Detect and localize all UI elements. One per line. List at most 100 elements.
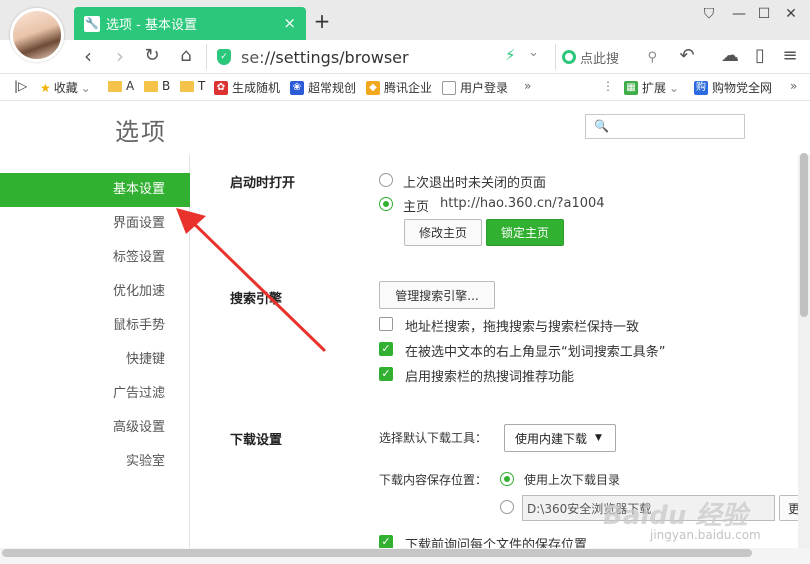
bookmark-item[interactable]: ✿ 生成随机 bbox=[214, 79, 280, 96]
bookmark-item[interactable]: 用户登录 bbox=[442, 79, 508, 96]
sidebar-toggle-icon[interactable]: |▷ bbox=[14, 79, 27, 93]
bookmark-label: 用户登录 bbox=[460, 81, 509, 95]
bookmark-folder[interactable]: T bbox=[180, 79, 205, 93]
sidebar-item-advanced[interactable]: 高级设置 bbox=[0, 411, 190, 445]
paw-icon: ❀ bbox=[290, 80, 304, 95]
bookmark-item[interactable]: ★ 收藏 ⌄ bbox=[40, 79, 91, 96]
hot-words-checkbox[interactable]: ✓ bbox=[379, 367, 393, 381]
sidebar-item-tabs[interactable]: 标签设置 bbox=[0, 241, 190, 275]
address-bar[interactable]: ✓ se://settings/browser bbox=[206, 44, 552, 70]
lock-homepage-button[interactable]: 锁定主页 bbox=[486, 219, 564, 246]
extension-icon: ▦ bbox=[624, 80, 638, 95]
chevron-down-icon: ⌄ bbox=[669, 80, 680, 95]
sidebar-item-optimize[interactable]: 优化加速 bbox=[0, 275, 190, 309]
download-tool-select[interactable]: 使用内建下载 ▼ bbox=[504, 424, 616, 452]
more-extensions-icon[interactable]: » bbox=[790, 79, 797, 93]
new-tab-button[interactable]: + bbox=[313, 10, 331, 32]
more-vertical-icon[interactable]: ⋮ bbox=[602, 79, 614, 93]
cloud-icon[interactable]: ☁ bbox=[718, 44, 742, 68]
selection-search-label: 在被选中文本的右上角显示“划词搜索工具条” bbox=[405, 345, 666, 360]
sidebar-item-basic[interactable]: 基本设置 bbox=[0, 173, 190, 207]
bookmark-item[interactable]: ❀ 超常规创 bbox=[290, 79, 356, 96]
download-location-label: 下载内容保存位置： bbox=[379, 473, 488, 487]
extension-item[interactable]: 购购物党全网 bbox=[694, 79, 772, 96]
download-heading: 下载设置 bbox=[230, 433, 283, 448]
options-sidebar: 基本设置 界面设置 标签设置 优化加速 鼠标手势 快捷键 广告过滤 高级设置 实… bbox=[0, 155, 190, 564]
search-engine-icon bbox=[562, 50, 576, 64]
maximize-button[interactable]: ☐ bbox=[753, 6, 775, 22]
folder-icon bbox=[144, 80, 158, 92]
skin-icon[interactable]: ⛉ bbox=[698, 6, 720, 22]
sidebar-item-lab[interactable]: 实验室 bbox=[0, 445, 190, 479]
user-avatar[interactable] bbox=[10, 8, 64, 62]
page-title: 选项 bbox=[115, 118, 167, 146]
sync-search-checkbox[interactable] bbox=[379, 317, 393, 331]
startup-homepage-label: 主页 bbox=[403, 200, 430, 215]
bookmark-item[interactable]: ◆ 腾讯企业 bbox=[366, 79, 432, 96]
manage-search-engines-button[interactable]: 管理搜索引擎... bbox=[379, 281, 495, 309]
shop-icon: 购 bbox=[694, 80, 708, 95]
close-window-button[interactable]: ✕ bbox=[780, 6, 802, 22]
phone-icon[interactable]: ▯ bbox=[748, 44, 772, 68]
homepage-url: http://hao.360.cn/?a1004 bbox=[440, 196, 605, 211]
site-icon: ✿ bbox=[214, 80, 228, 95]
startup-heading: 启动时打开 bbox=[230, 176, 296, 191]
tab-title: 选项 - 基本设置 bbox=[106, 18, 197, 33]
ask-save-label: 下载前询问每个文件的保存位置 bbox=[405, 538, 588, 548]
bookmark-label: 收藏 bbox=[53, 81, 78, 95]
change-dir-button[interactable]: 更 bbox=[779, 495, 798, 521]
back-button[interactable]: ‹ bbox=[76, 44, 100, 68]
search-icon[interactable]: ⚲ bbox=[647, 50, 657, 65]
menu-icon[interactable]: ≡ bbox=[778, 44, 802, 68]
annotation-arrow bbox=[176, 208, 326, 352]
vertical-scroll-thumb[interactable] bbox=[800, 153, 808, 317]
url-path: //settings/browser bbox=[264, 47, 409, 67]
bookmark-label: B bbox=[162, 79, 171, 93]
search-placeholder: 点此搜 bbox=[580, 51, 620, 67]
ask-save-checkbox[interactable]: ✓ bbox=[379, 535, 393, 548]
options-search-input[interactable]: 🔍 bbox=[585, 114, 745, 139]
speed-mode-icon[interactable]: ⚡ bbox=[505, 46, 516, 64]
home-button[interactable]: ⌂ bbox=[174, 44, 198, 68]
sidebar-item-shortcuts[interactable]: 快捷键 bbox=[0, 343, 190, 377]
bookmark-label: 腾讯企业 bbox=[384, 81, 433, 95]
undo-button[interactable]: ↶ bbox=[675, 44, 699, 68]
download-tool-label: 选择默认下载工具： bbox=[379, 431, 488, 445]
selection-search-checkbox[interactable]: ✓ bbox=[379, 342, 393, 356]
forward-button[interactable]: › bbox=[108, 44, 132, 68]
extensions-menu[interactable]: ▦ 扩展 ⌄ bbox=[624, 79, 679, 96]
bookmark-folder[interactable]: A bbox=[108, 79, 134, 93]
extension-label: 购物党全网 bbox=[712, 81, 773, 95]
chevron-down-icon[interactable]: ⌄ bbox=[528, 45, 539, 60]
tencent-icon: ◆ bbox=[366, 80, 380, 95]
modify-homepage-button[interactable]: 修改主页 bbox=[404, 219, 482, 246]
folder-icon bbox=[108, 80, 122, 92]
custom-dir-radio[interactable] bbox=[500, 500, 514, 514]
wrench-icon: 🔧 bbox=[84, 15, 100, 32]
last-dir-radio[interactable] bbox=[500, 472, 514, 486]
search-icon: 🔍 bbox=[594, 119, 609, 133]
star-icon: ★ bbox=[40, 80, 51, 95]
bookmark-label: T bbox=[198, 79, 206, 93]
horizontal-scroll-thumb[interactable] bbox=[2, 549, 752, 557]
page-icon bbox=[442, 80, 456, 95]
minimize-button[interactable]: — bbox=[728, 6, 750, 22]
hot-words-label: 启用搜索栏的热搜词推荐功能 bbox=[405, 370, 575, 385]
caret-down-icon: ▼ bbox=[595, 433, 602, 443]
startup-homepage-radio[interactable] bbox=[379, 197, 393, 211]
search-box[interactable]: 点此搜 ⚲ bbox=[555, 44, 663, 70]
sidebar-item-gestures[interactable]: 鼠标手势 bbox=[0, 309, 190, 343]
startup-restore-radio[interactable] bbox=[379, 173, 393, 187]
sidebar-item-interface[interactable]: 界面设置 bbox=[0, 207, 190, 241]
sidebar-item-adblock[interactable]: 广告过滤 bbox=[0, 377, 190, 411]
url-scheme: se: bbox=[241, 47, 265, 67]
tab-close-icon[interactable]: × bbox=[283, 14, 296, 32]
more-bookmarks-icon[interactable]: » bbox=[524, 79, 531, 93]
url-text: se://settings/browser bbox=[241, 48, 409, 67]
tab-active[interactable]: 🔧 选项 - 基本设置 × bbox=[74, 7, 306, 40]
bookmark-folder[interactable]: B bbox=[144, 79, 170, 93]
bookmark-label: A bbox=[126, 79, 135, 93]
reload-button[interactable]: ↻ bbox=[140, 44, 164, 68]
chevron-down-icon: ⌄ bbox=[80, 80, 91, 95]
startup-restore-label: 上次退出时未关闭的页面 bbox=[403, 176, 547, 191]
